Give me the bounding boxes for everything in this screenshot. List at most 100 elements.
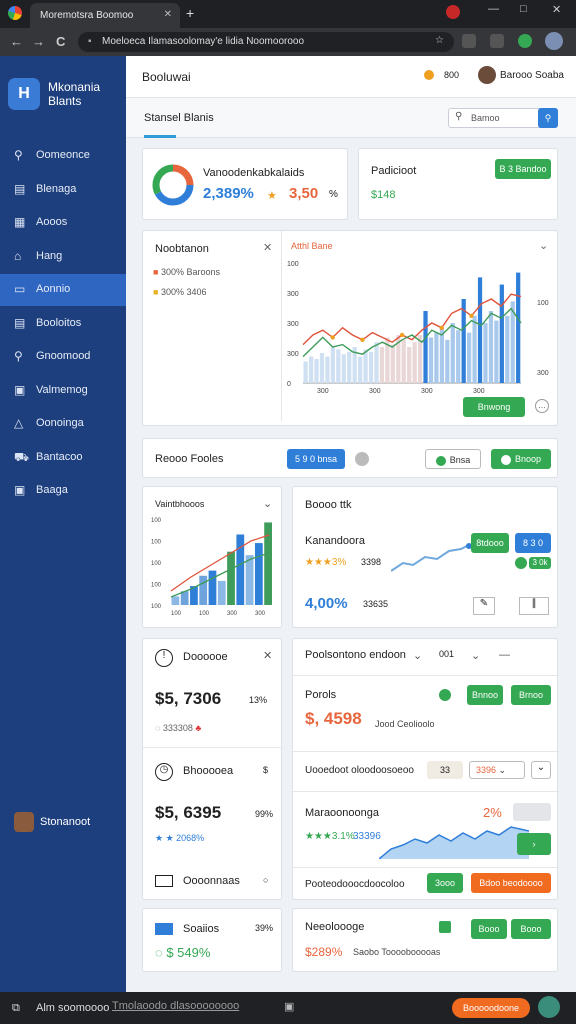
chart-action-button[interactable]: Bnwong — [463, 397, 525, 417]
extension-icon[interactable] — [462, 34, 476, 48]
browser-tab[interactable]: Moremotsra Boomoo ✕ — [30, 3, 180, 28]
sidebar-user[interactable]: Stonanoot — [14, 812, 90, 832]
sidebar-item[interactable]: ⌂ Hang — [0, 241, 126, 273]
sidebar-item[interactable]: ▣ Baaga — [0, 475, 126, 507]
chart-bar — [303, 361, 308, 383]
sidebar-item[interactable]: ⚲ Gnoomood — [0, 341, 126, 373]
chevron-down-icon[interactable]: ⌄ — [539, 239, 548, 252]
sidebar-item[interactable]: ▦ Aooos — [0, 207, 126, 239]
chevron-down-icon[interactable]: ⌄ — [531, 761, 551, 779]
stat-button[interactable]: 8tdooo — [471, 533, 509, 553]
kpi-unit: % — [329, 189, 338, 200]
info-icon[interactable] — [355, 452, 369, 466]
edit-icon[interactable]: ✎ — [473, 597, 495, 615]
y-tick-label: 100 — [151, 518, 162, 524]
minimize-icon[interactable]: — — [488, 3, 499, 15]
avatar[interactable] — [545, 32, 563, 50]
summary-title: Oooonnaas — [183, 875, 240, 887]
sidebar-item[interactable]: △ Oonoinga — [0, 408, 126, 440]
row-chip[interactable]: 33 — [427, 761, 463, 779]
info-icon: ! — [155, 649, 173, 667]
notification-icon[interactable] — [424, 70, 434, 80]
section-button[interactable]: Bnnoo — [467, 685, 503, 705]
chart-bar — [314, 359, 319, 383]
minus-icon[interactable]: — — [499, 649, 510, 661]
new-tab-button[interactable]: + — [186, 5, 194, 21]
section-value: $, 4598 — [305, 709, 362, 728]
bottom-left-text: Alm soomoooo — [36, 1002, 110, 1014]
maximize-icon[interactable]: □ — [520, 3, 527, 15]
sidebar-item[interactable]: ▤ Booloitos — [0, 308, 126, 340]
chart-point — [330, 335, 335, 340]
stat-button[interactable]: 3 0k — [529, 557, 551, 569]
address-bar[interactable]: ▪ Moeloeca Ilamasoolomay'e lidia Noomoor… — [78, 32, 454, 52]
chart-title: Atthl Bane — [291, 241, 333, 251]
more-icon[interactable]: … — [535, 399, 549, 413]
donut-chart — [152, 164, 194, 206]
footer-button[interactable]: 3ooo — [427, 873, 463, 893]
summary-card: ! Doooooe ✕ $5, 7306 13% ◌ 333308 ♣ ◷ Bh… — [142, 638, 283, 900]
chevron-down-icon[interactable]: ⌄ — [263, 497, 272, 510]
extension-icon[interactable] — [518, 34, 532, 48]
close-icon[interactable]: ✕ — [263, 241, 272, 254]
section-button[interactable]: Brnoo — [511, 685, 551, 705]
mini-chart-card: Vaintbhooos ⌄ 100 100 100 100 100 100 100 300 30… — [142, 486, 282, 628]
back-icon[interactable]: ← — [10, 34, 23, 49]
bottom-left-icon[interactable]: ⧉ — [12, 1002, 20, 1015]
chart-bar — [171, 596, 180, 605]
footer-button[interactable]: Bdoo beodoooo — [471, 873, 551, 893]
y-tick-label: 100 — [151, 604, 162, 610]
legend-item: ■ 300% Baroons — [153, 267, 220, 277]
bottom-action-button[interactable]: Booooodoone — [452, 998, 530, 1018]
chevron-down-icon[interactable]: ⌄ — [471, 649, 480, 662]
user-name[interactable]: Barooo Soaba — [500, 70, 564, 81]
toggle-button[interactable]: Bnsa — [425, 449, 481, 469]
close-window-icon[interactable]: ✕ — [552, 3, 561, 16]
avatar[interactable] — [538, 996, 560, 1018]
pause-icon[interactable]: ∥ — [519, 597, 549, 615]
row-select-value: 3396 — [476, 765, 497, 775]
reload-icon[interactable]: C — [56, 34, 65, 49]
bottom-icon[interactable]: ▣ — [284, 1000, 294, 1013]
stat-subtitle: Kanandoora — [305, 535, 365, 547]
sidebar-item-label: Bantacoo — [36, 450, 83, 463]
close-tab-icon[interactable]: ✕ — [164, 9, 172, 20]
profile-icon[interactable] — [446, 5, 460, 19]
x-tick-label: 100 — [171, 611, 182, 617]
forward-icon[interactable]: → — [32, 34, 45, 49]
bookmark-star-icon[interactable]: ☆ — [435, 35, 444, 46]
toggle-dot-icon — [435, 455, 446, 466]
chart-bar — [358, 356, 363, 383]
primary-button[interactable]: Bnoop — [491, 449, 551, 469]
star-icon: ★ — [267, 190, 277, 202]
sidebar-item[interactable]: ▭ Aonnio — [0, 274, 126, 306]
sidebar-item[interactable]: ⛟ Bantacoo — [0, 442, 126, 474]
summary-sub-value: 2068% — [176, 833, 205, 843]
bottom-middle-text[interactable]: Tmolaoodo dlasoooooooo — [112, 1000, 239, 1012]
close-icon[interactable]: ✕ — [263, 649, 272, 662]
extension-icon[interactable] — [490, 34, 504, 48]
search-button[interactable]: ⚲ — [538, 108, 558, 128]
chart-panel-title: Noobtanon — [155, 243, 209, 255]
bottom-card-button[interactable]: Booo — [511, 919, 551, 939]
row-select[interactable]: 3396 ⌄ — [469, 761, 525, 779]
bottom-card-percent: 39% — [255, 923, 274, 933]
chevron-down-icon[interactable]: ⌄ — [413, 649, 422, 662]
tab-stansel[interactable]: Stansel Blanis — [144, 112, 214, 124]
divider — [293, 791, 559, 792]
sidebar-item-label: Gnoomood — [36, 350, 91, 362]
primary-label: Bnoop — [514, 454, 542, 464]
next-button[interactable]: › — [517, 833, 551, 855]
filter-button[interactable]: 5 9 0 bnsa — [287, 449, 345, 469]
stat-button[interactable]: 8 3 0 — [515, 533, 551, 553]
chart-bar — [505, 315, 510, 383]
chart-bar — [445, 339, 450, 383]
sidebar-item[interactable]: ▣ Valmemog — [0, 375, 126, 407]
avatar[interactable] — [478, 66, 496, 84]
kpi-card: Vanoodenkabkalaids 2,389% ★ 3,50 % — [142, 148, 348, 220]
chart-panel: Noobtanon ✕ ■ 300% Baroons ■ 300% 3406 A… — [142, 230, 558, 426]
sidebar-item[interactable]: ⚲ Oomeonce — [0, 140, 126, 172]
bottom-card-button[interactable]: Booo — [471, 919, 507, 939]
kpi-action-button[interactable]: B 3 Bandoo — [495, 159, 551, 179]
sidebar-item[interactable]: ▤ Blenaga — [0, 174, 126, 206]
